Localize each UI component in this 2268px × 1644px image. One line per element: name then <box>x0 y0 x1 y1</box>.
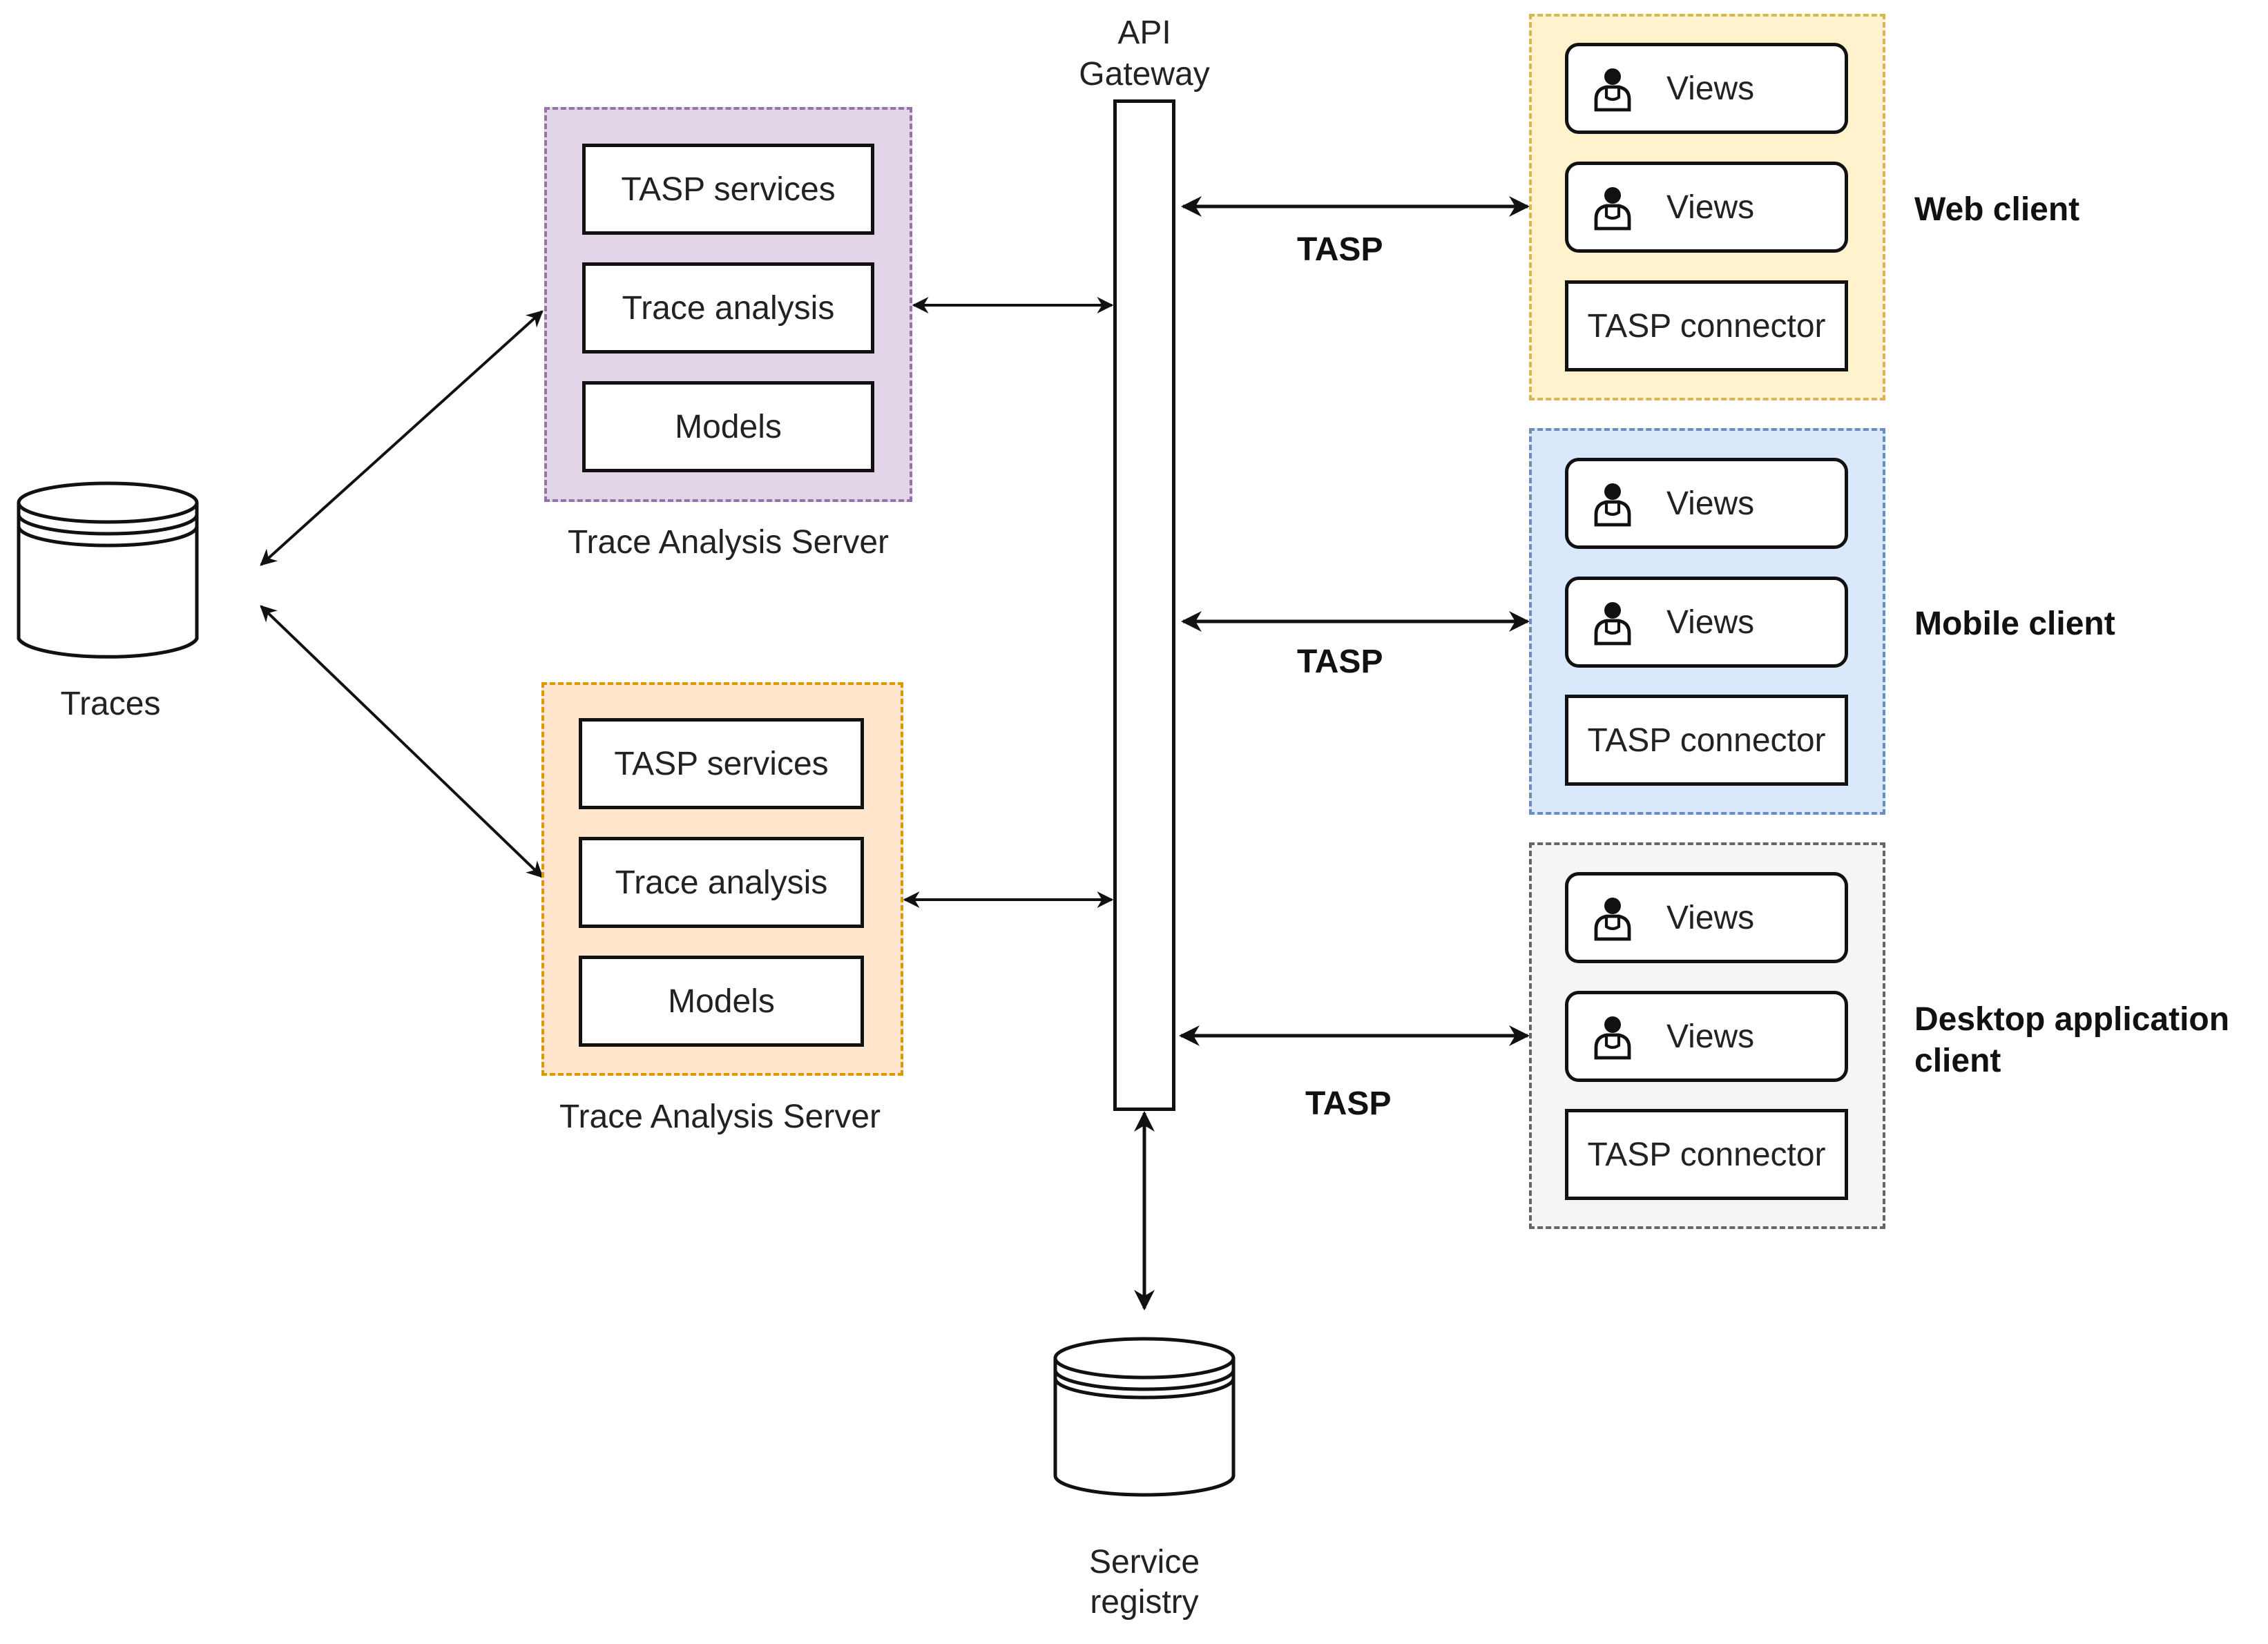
desktop-client-label-line2: client <box>1914 1043 2001 1079</box>
service-registry-database-icon <box>1053 1337 1236 1497</box>
person-icon <box>1594 1016 1631 1060</box>
server1-models[interactable]: Models <box>582 381 874 472</box>
protocol-label-web: TASP <box>1297 231 1383 268</box>
desktop-client-views-2[interactable]: Views <box>1565 991 1848 1082</box>
person-icon <box>1594 68 1631 112</box>
views-label: Views <box>1666 70 1755 107</box>
server2-caption: Trace Analysis Server <box>559 1099 881 1135</box>
server2-tasp-services[interactable]: TASP services <box>579 718 864 809</box>
desktop-client-views-1[interactable]: Views <box>1565 872 1848 963</box>
server1-caption: Trace Analysis Server <box>567 524 890 561</box>
protocol-label-mobile: TASP <box>1297 644 1383 680</box>
api-gateway-label-line1: API <box>1117 14 1171 51</box>
views-label: Views <box>1666 899 1755 936</box>
traces-database-icon <box>17 481 199 659</box>
web-client-tasp-connector[interactable]: TASP connector <box>1565 280 1848 371</box>
desktop-client-tasp-connector[interactable]: TASP connector <box>1565 1109 1848 1200</box>
api-gateway-label-line2: Gateway <box>1079 56 1210 93</box>
desktop-client-label-line1: Desktop application <box>1914 1001 2230 1038</box>
web-client-label: Web client <box>1914 191 2080 228</box>
person-icon <box>1594 187 1631 231</box>
web-client-views-2[interactable]: Views <box>1565 162 1848 253</box>
api-gateway[interactable] <box>1113 99 1175 1111</box>
views-label: Views <box>1666 1018 1755 1055</box>
views-label: Views <box>1666 188 1755 226</box>
mobile-client-label: Mobile client <box>1914 606 2115 642</box>
server1-trace-analysis[interactable]: Trace analysis <box>582 262 874 354</box>
arrow-traces-server1 <box>260 310 544 566</box>
traces-label: Traces <box>60 686 161 722</box>
person-icon <box>1594 898 1631 941</box>
arrow-traces-server2 <box>260 605 544 878</box>
protocol-label-desktop: TASP <box>1305 1085 1392 1122</box>
server2-trace-analysis[interactable]: Trace analysis <box>579 837 864 928</box>
service-registry-label-line1: Service <box>1088 1544 1200 1580</box>
mobile-client-views-2[interactable]: Views <box>1565 577 1848 668</box>
web-client-views-1[interactable]: Views <box>1565 43 1848 134</box>
views-label: Views <box>1666 485 1755 522</box>
server2-models[interactable]: Models <box>579 956 864 1047</box>
server1-tasp-services[interactable]: TASP services <box>582 144 874 235</box>
mobile-client-tasp-connector[interactable]: TASP connector <box>1565 695 1848 786</box>
person-icon <box>1594 602 1631 646</box>
person-icon <box>1594 483 1631 527</box>
mobile-client-views-1[interactable]: Views <box>1565 458 1848 549</box>
service-registry-label-line2: registry <box>1090 1584 1199 1621</box>
views-label: Views <box>1666 603 1755 641</box>
